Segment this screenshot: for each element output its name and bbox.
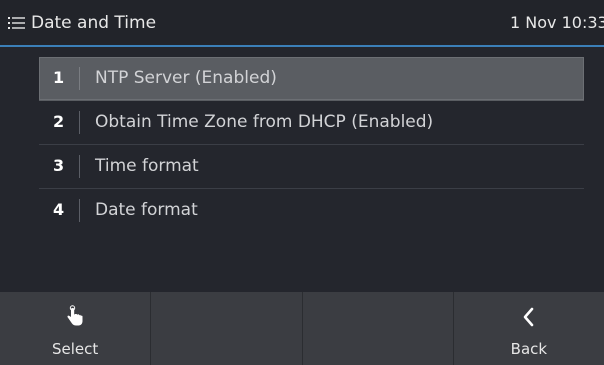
menu-item-divider — [79, 67, 80, 90]
menu-item-time-format[interactable]: 3 Time format — [39, 145, 584, 189]
date-time-display: 1 Nov 10:33 — [510, 13, 604, 32]
menu-item-number: 2 — [53, 112, 65, 131]
softkey-bar: Select Back — [0, 292, 604, 365]
softkey-label: Select — [51, 340, 99, 358]
menu-item-timezone-dhcp[interactable]: 2 Obtain Time Zone from DHCP (Enabled) — [39, 101, 584, 145]
menu-item-divider — [79, 155, 80, 178]
page-title: Date and Time — [31, 13, 157, 33]
title-bar: Date and Time 1 Nov 10:33 — [0, 0, 604, 47]
menu-item-divider — [79, 111, 80, 134]
menu-list-icon[interactable] — [8, 16, 25, 30]
empty-softkey-3[interactable] — [303, 292, 454, 365]
menu-item-number: 3 — [53, 156, 65, 175]
softkey-label: Back — [510, 340, 548, 358]
menu-item-ntp-server[interactable]: 1 NTP Server (Enabled) — [39, 57, 584, 101]
select-softkey[interactable]: Select — [0, 292, 152, 365]
touch-hand-icon — [67, 305, 83, 326]
menu-item-label: Time format — [95, 156, 199, 176]
menu-item-date-format[interactable]: 4 Date format — [39, 189, 584, 233]
menu-item-divider — [79, 199, 80, 222]
menu-item-number: 4 — [53, 200, 65, 219]
settings-menu-list: 1 NTP Server (Enabled) 2 Obtain Time Zon… — [39, 57, 584, 233]
back-softkey[interactable]: Back — [454, 292, 604, 365]
chevron-left-icon — [523, 307, 534, 327]
phone-screen: Date and Time 1 Nov 10:33 1 NTP Server (… — [0, 0, 604, 365]
menu-item-label: Obtain Time Zone from DHCP (Enabled) — [95, 112, 434, 132]
menu-item-label: Date format — [95, 200, 198, 220]
empty-softkey-2[interactable] — [151, 292, 303, 365]
menu-item-label: NTP Server (Enabled) — [95, 68, 277, 88]
menu-item-number: 1 — [53, 68, 65, 87]
